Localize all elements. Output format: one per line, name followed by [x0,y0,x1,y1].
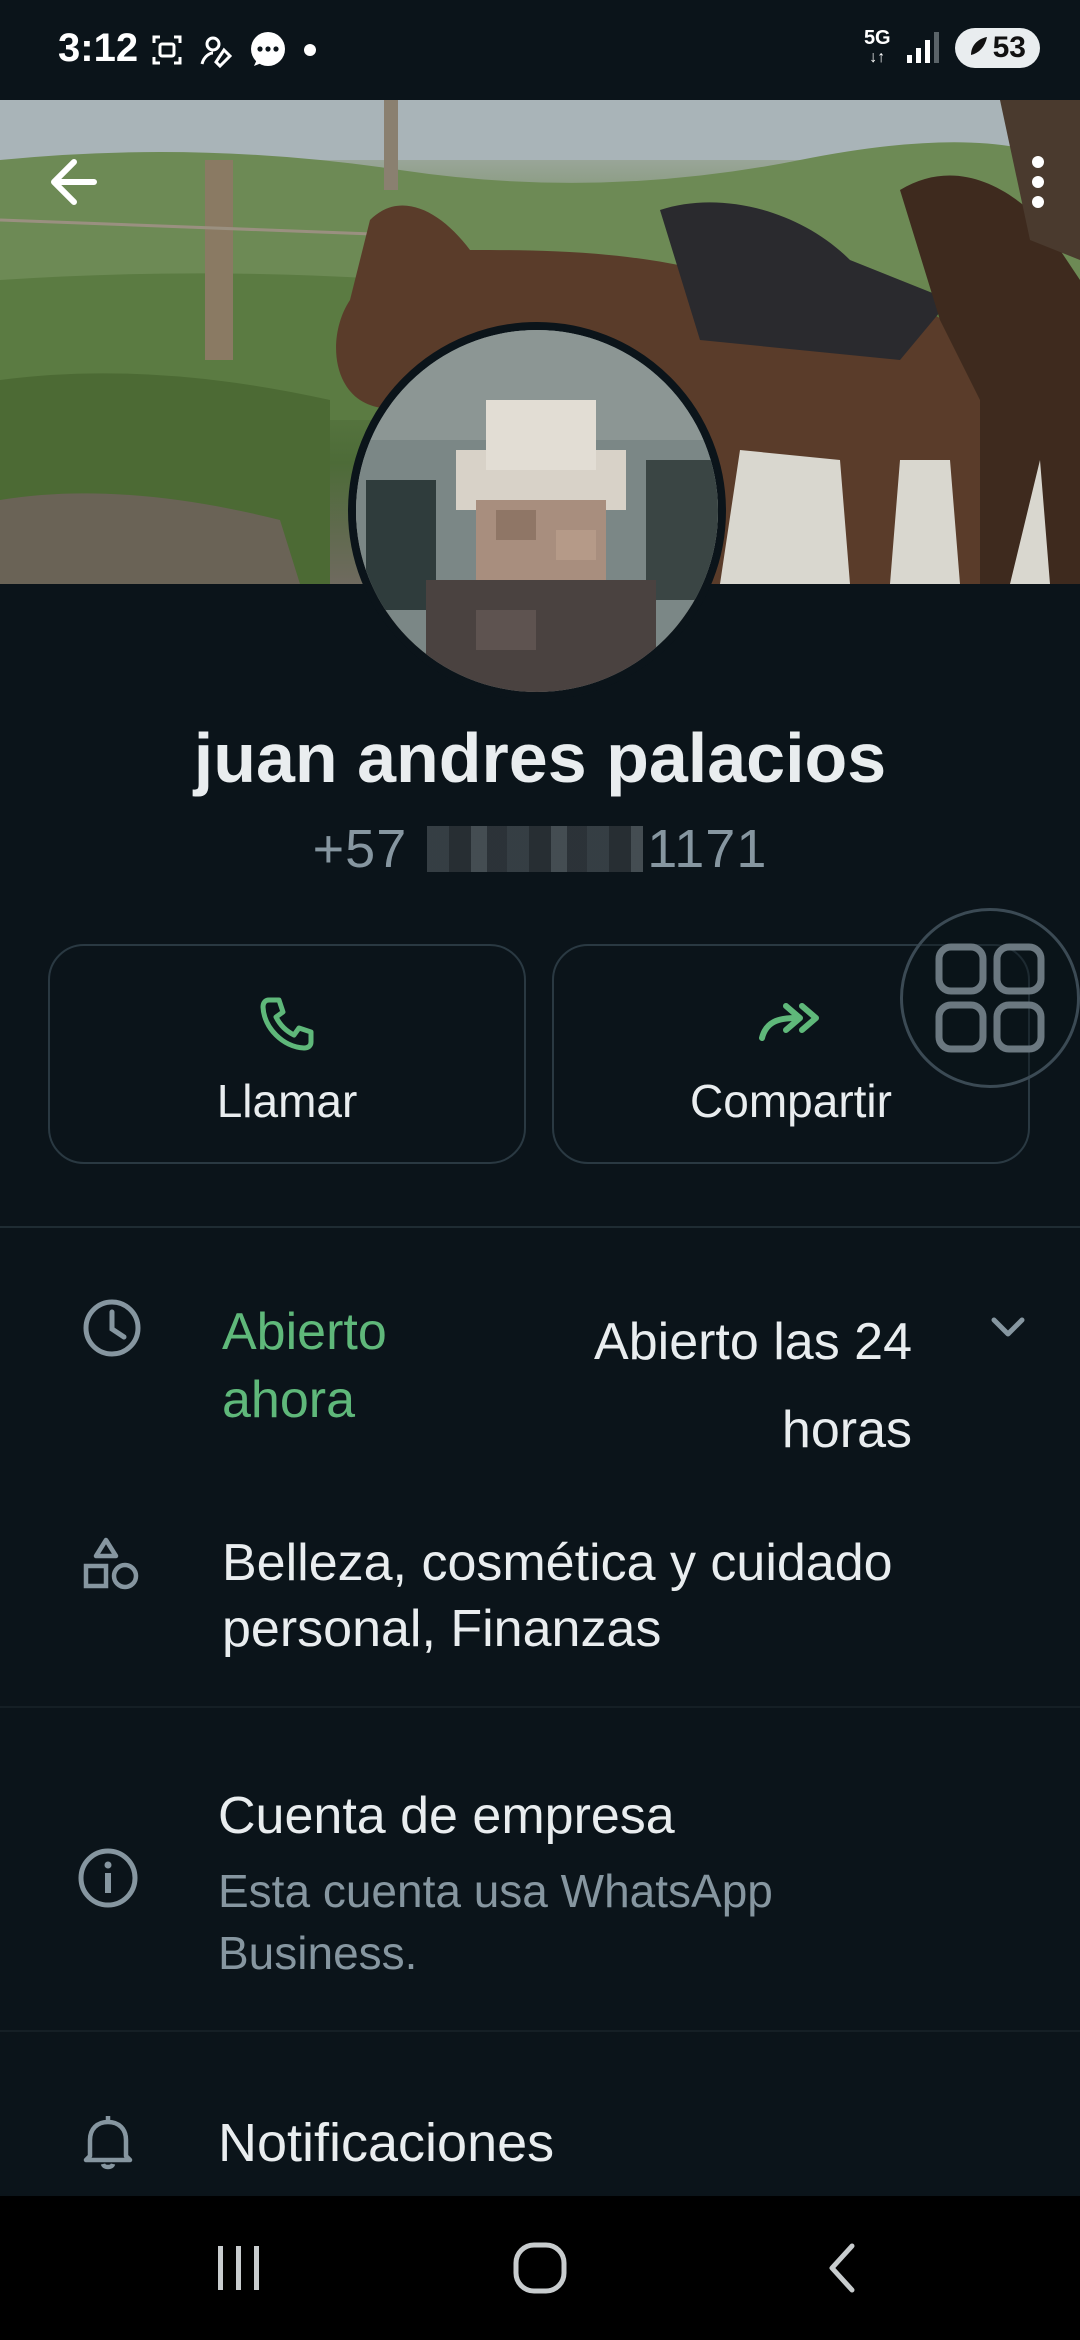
message-bubble-icon [251,32,285,66]
status-bar: 3:12 5G ↓↑ 53 [0,0,1080,100]
row-divider [0,1706,1080,1708]
signal-icon [906,32,939,63]
row-divider [0,2030,1080,2032]
call-label: Llamar [216,1075,358,1127]
avatar-image [356,330,718,692]
phone-suffix: 1171 [647,819,768,879]
home-icon[interactable] [512,2242,568,2294]
screenshot-icon [152,35,182,65]
phone-icon [260,997,314,1051]
notification-icons [150,30,318,70]
share-forward-icon [759,1003,819,1041]
floating-grid-button[interactable] [900,908,1080,1088]
system-nav-bar [0,2196,1080,2340]
section-divider [0,1226,1080,1228]
call-button[interactable]: Llamar [48,944,526,1164]
status-right: 5G ↓↑ 53 [864,28,1040,68]
nav-back-icon[interactable] [822,2242,862,2294]
category-shapes-icon [83,1537,139,1590]
avatar[interactable] [348,322,726,700]
recents-icon[interactable] [212,2242,266,2294]
business-account-subtitle: Esta cuenta usa WhatsApp Business. [218,1865,773,1979]
hours-status: Abierto ahora [222,1303,387,1429]
notifications-label: Notificaciones [218,2113,555,2173]
more-vert-icon[interactable] [1018,150,1058,214]
battery-saver-icon [970,37,987,55]
bell-icon [83,2116,133,2170]
contact-name: juan andres palacios [193,719,887,797]
chevron-down-icon[interactable] [988,1308,1028,1348]
person-pin-icon [200,36,233,68]
battery-indicator: 53 [954,28,1040,68]
phone-redacted [427,825,644,872]
info-icon [78,1848,138,1908]
hours-value: Abierto las 24 horas [594,1313,912,1459]
business-account-title: Cuenta de empresa [218,1787,675,1845]
dot-icon [304,44,316,56]
contact-phone: +57 1171 [0,818,1080,880]
qr-grid-icon [935,943,1045,1053]
clock-icon [83,1299,141,1357]
status-time: 3:12 [58,26,139,70]
category-text: Belleza, cosmética y cuidado personal, F… [222,1534,893,1658]
phone-prefix: +57 [312,819,408,879]
back-arrow-icon[interactable] [40,150,104,214]
network-type: 5G ↓↑ [863,27,891,66]
